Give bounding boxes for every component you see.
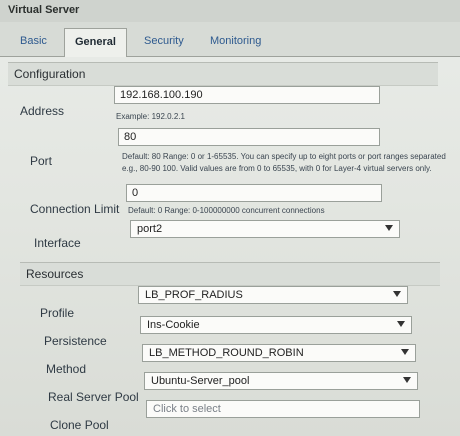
connection-limit-field[interactable]: 0	[126, 184, 382, 202]
tab-monitoring[interactable]: Monitoring	[200, 28, 271, 54]
window-titlebar: Virtual Server	[0, 0, 460, 23]
configuration-section-label: Configuration	[14, 67, 86, 81]
configuration-section-header: Configuration	[8, 62, 438, 86]
port-hint-line1: Default: 80 Range: 0 or 1-65535. You can…	[122, 152, 446, 161]
connection-limit-hint: Default: 0 Range: 0-100000000 concurrent…	[128, 206, 325, 215]
tab-bar: Basic General Security Monitoring	[0, 22, 460, 57]
real-server-pool-select[interactable]: Ubuntu-Server_pool	[144, 372, 418, 390]
chevron-down-icon	[385, 225, 393, 231]
port-field[interactable]: 80	[118, 128, 380, 146]
address-hint: Example: 192.0.2.1	[116, 112, 185, 121]
method-select-value: LB_METHOD_ROUND_ROBIN	[149, 347, 304, 359]
persistence-label: Persistence	[44, 334, 107, 348]
resources-section-header: Resources	[20, 262, 440, 286]
persistence-select[interactable]: Ins-Cookie	[140, 316, 412, 334]
address-field[interactable]: 192.168.100.190	[114, 86, 380, 104]
clone-pool-label: Clone Pool	[50, 418, 109, 432]
interface-label: Interface	[34, 236, 81, 250]
chevron-down-icon	[397, 321, 405, 327]
window-title: Virtual Server	[8, 4, 80, 16]
tab-security[interactable]: Security	[134, 28, 194, 54]
tab-basic[interactable]: Basic	[10, 28, 57, 54]
tab-general[interactable]: General	[64, 28, 127, 57]
profile-label: Profile	[40, 306, 75, 320]
method-label: Method	[46, 362, 87, 376]
chevron-down-icon	[393, 291, 401, 297]
real-server-pool-label: Real Server Pool	[48, 390, 139, 404]
interface-select-value: port2	[137, 223, 163, 235]
chevron-down-icon	[403, 377, 411, 383]
clone-pool-placeholder: Click to select	[153, 403, 221, 415]
connection-limit-label: Connection Limit	[30, 202, 120, 216]
chevron-down-icon	[401, 349, 409, 355]
profile-select-value: LB_PROF_RADIUS	[145, 289, 243, 301]
resources-section-label: Resources	[26, 267, 84, 281]
clone-pool-select[interactable]: Click to select	[146, 400, 420, 418]
port-label: Port	[30, 154, 53, 168]
virtual-server-panel: Virtual Server Basic General Security Mo…	[0, 0, 460, 436]
persistence-select-value: Ins-Cookie	[147, 319, 200, 331]
address-label: Address	[20, 104, 65, 118]
port-hint-line2: e.g., 80-90 100. Valid values are from 0…	[122, 164, 432, 173]
profile-select[interactable]: LB_PROF_RADIUS	[138, 286, 408, 304]
interface-select[interactable]: port2	[130, 220, 400, 238]
method-select[interactable]: LB_METHOD_ROUND_ROBIN	[142, 344, 416, 362]
real-server-pool-select-value: Ubuntu-Server_pool	[151, 375, 250, 387]
